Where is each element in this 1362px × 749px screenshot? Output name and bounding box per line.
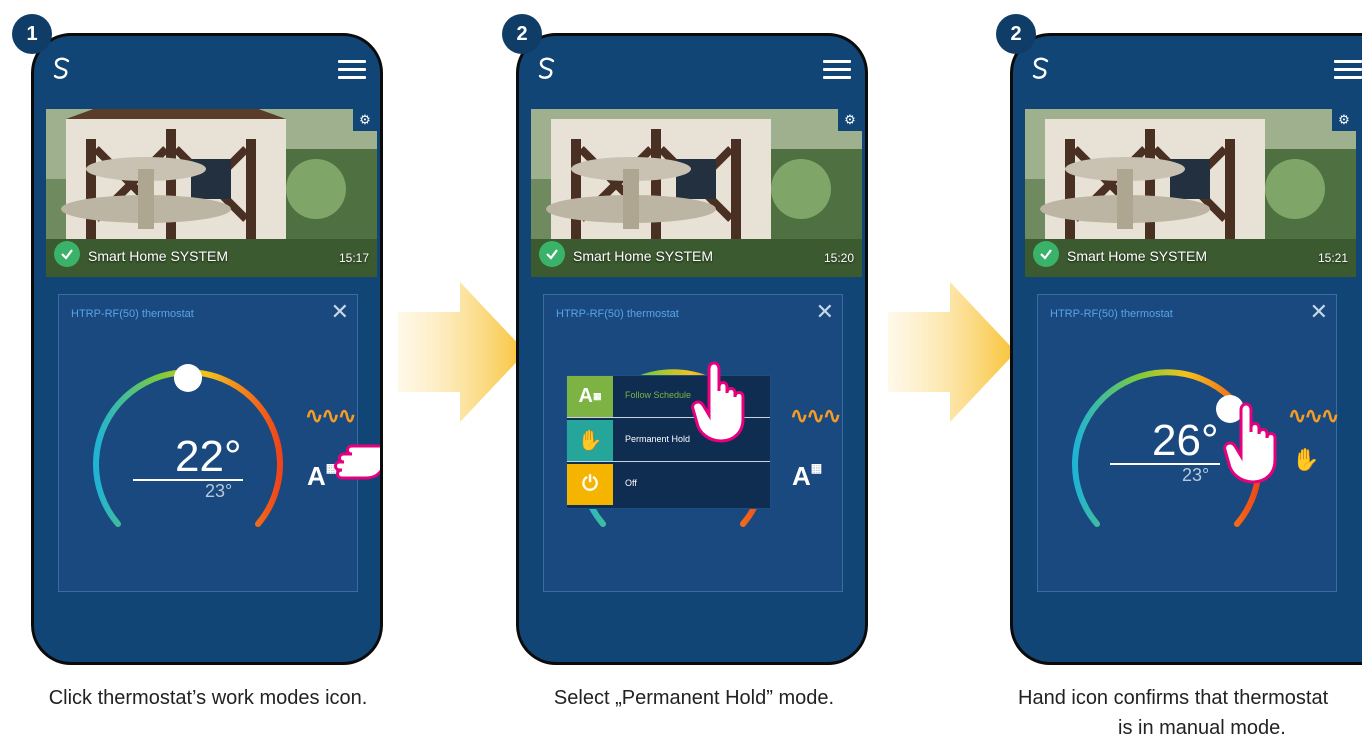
hamburger-menu-icon[interactable] <box>1334 60 1362 84</box>
app-logo-icon <box>1032 57 1049 79</box>
step-caption: Select „Permanent Hold” mode. <box>484 683 904 713</box>
step-caption: Hand icon confirms that thermostat is in… <box>1000 683 1362 743</box>
status-ok-icon <box>539 241 565 267</box>
close-icon[interactable]: ✕ <box>1310 301 1328 323</box>
system-name: Smart Home SYSTEM <box>1067 248 1208 264</box>
mode-label: Off <box>625 478 637 488</box>
panel-title: HTRP-RF(50) thermostat <box>1050 308 1173 320</box>
thermostat-panel: HTRP-RF(50) thermostat ✕ ∿∿∿ A▦ A ▦ Follo… <box>543 294 843 592</box>
panel-title: HTRP-RF(50) thermostat <box>556 308 679 320</box>
close-icon[interactable]: ✕ <box>331 301 349 323</box>
caption-line-2: is in manual mode. <box>1118 717 1286 739</box>
home-photo: ⚙ Smart Home SYSTEM 15:17 <box>46 109 377 277</box>
caption-line-1: Click thermostat’s work modes icon. <box>48 687 368 709</box>
heating-icon: ∿∿∿ <box>305 403 356 428</box>
set-temperature: 26° <box>1152 416 1219 465</box>
caption-line-1: Hand icon confirms that thermostat <box>1018 687 1329 709</box>
panel-title: HTRP-RF(50) thermostat <box>71 308 194 320</box>
time-label: 15:17 <box>338 251 369 265</box>
system-name: Smart Home SYSTEM <box>573 248 714 264</box>
next-arrow-icon <box>398 282 526 422</box>
current-temperature: 23° <box>205 481 233 501</box>
pointer-hand-icon <box>1223 402 1277 484</box>
time-label: 15:21 <box>1317 251 1348 265</box>
home-photo: ⚙ Smart Home SYSTEM 15:21 <box>1025 109 1356 277</box>
heating-icon: ∿∿∿ <box>790 403 841 428</box>
thermostat-panel: HTRP-RF(50) thermostat ✕ 26° 23° ∿∿∿ ✋ <box>1037 294 1339 592</box>
step-number-badge: 2 <box>502 14 542 54</box>
pointer-hand-icon <box>334 444 380 480</box>
status-ok-icon <box>1033 241 1059 267</box>
mode-label: Follow Schedule <box>625 390 692 400</box>
power-icon: ⏻ <box>567 464 613 505</box>
thermostat-panel: HTRP-RF(50) thermostat ✕ 22° 23° ∿∿∿ A▦ <box>58 294 358 592</box>
hand-icon: ✋ <box>567 420 613 461</box>
phone-screen: ⚙ Smart Home SYSTEM 15:21 HTRP-RF(50) th… <box>1010 33 1362 665</box>
auto-schedule-icon: A ▦ <box>567 376 613 417</box>
close-icon[interactable]: ✕ <box>816 301 834 323</box>
auto-schedule-icon[interactable]: A▦ <box>792 461 822 492</box>
phone-screen: ⚙ Smart Home SYSTEM 15:20 HTRP-RF(50) th… <box>516 33 868 665</box>
set-temperature: 22° <box>175 432 242 481</box>
next-arrow-icon <box>888 282 1016 422</box>
hand-icon[interactable]: ✋ <box>1292 447 1319 473</box>
step-caption: Click thermostat’s work modes icon. <box>0 683 418 713</box>
hamburger-menu-icon[interactable] <box>823 60 851 84</box>
app-logo-icon <box>53 57 70 79</box>
time-label: 15:20 <box>823 251 854 265</box>
app-logo-icon <box>538 57 555 79</box>
home-photo: ⚙ Smart Home SYSTEM 15:20 <box>531 109 862 277</box>
heating-icon: ∿∿∿ <box>1288 403 1339 428</box>
mode-label: Permanent Hold <box>625 434 691 444</box>
dial-handle <box>174 364 202 392</box>
pointer-hand-icon <box>691 361 745 443</box>
caption-line-1: Select „Permanent Hold” mode. <box>553 687 835 709</box>
phone-screen: ⚙ Smart Home SYSTEM 15:17 HTRP-RF(50) th… <box>31 33 383 665</box>
system-name: Smart Home SYSTEM <box>88 248 229 264</box>
settings-gear-icon[interactable]: ⚙ <box>1332 109 1356 131</box>
step-number-badge: 1 <box>12 14 52 54</box>
current-temperature: 23° <box>1182 465 1210 485</box>
mode-off[interactable]: ⏻ Off <box>567 464 770 506</box>
status-ok-icon <box>54 241 80 267</box>
settings-gear-icon[interactable]: ⚙ <box>838 109 862 131</box>
hamburger-menu-icon[interactable] <box>338 60 366 84</box>
step-number-badge: 2 <box>996 14 1036 54</box>
settings-gear-icon[interactable]: ⚙ <box>353 109 377 131</box>
